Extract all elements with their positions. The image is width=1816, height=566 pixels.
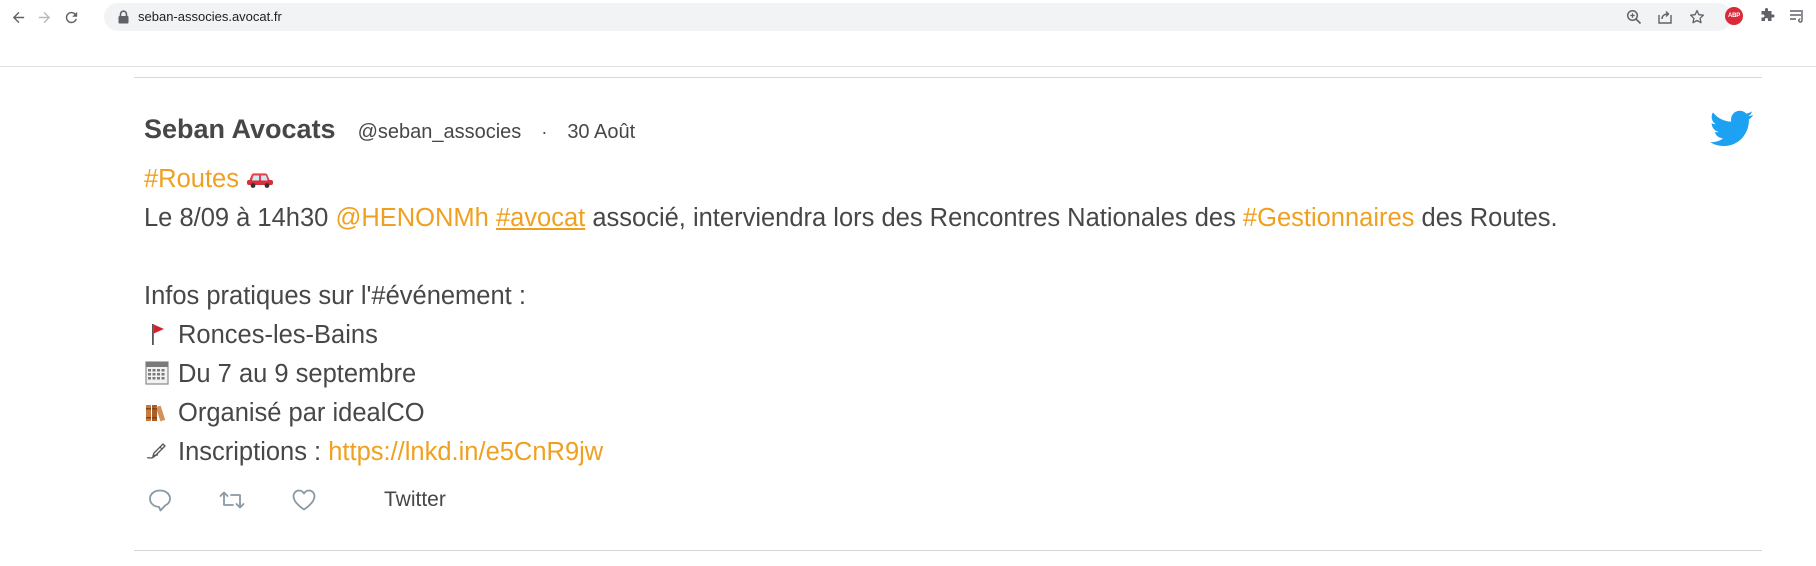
hashtag-gestionnaires[interactable]: #Gestionnaires	[1243, 204, 1415, 232]
tweet-line-location: Ronces-les-Bains	[144, 316, 1764, 355]
location-text: Ronces-les-Bains	[178, 321, 378, 349]
dates-text: Du 7 au 9 septembre	[178, 360, 417, 388]
like-icon[interactable]	[288, 484, 320, 516]
line1-middle: associé, interviendra lors des Rencontre…	[585, 204, 1243, 232]
adblock-icon[interactable]: ABP	[1724, 6, 1744, 26]
tweet-line-main: Le 8/09 à 14h30 @HENONMh #avocat associé…	[144, 199, 1764, 238]
forward-icon[interactable]	[32, 5, 56, 29]
line1-prefix: Le 8/09 à 14h30	[144, 204, 336, 232]
twitter-bird-icon[interactable]	[1710, 110, 1754, 148]
hashtag-routes[interactable]: #Routes	[144, 165, 239, 193]
hashtag-avocat[interactable]: #avocat	[496, 204, 585, 232]
author-name[interactable]: Seban Avocats	[144, 114, 336, 145]
reply-icon[interactable]	[144, 484, 176, 516]
car-emoji-icon	[245, 163, 275, 188]
star-icon[interactable]	[1688, 8, 1706, 26]
tweet-line-dates: Du 7 au 9 septembre	[144, 355, 1764, 394]
flag-icon	[144, 320, 170, 346]
author-handle[interactable]: @seban_associes	[358, 121, 522, 144]
writing-hand-icon	[144, 437, 170, 463]
address-bar[interactable]: seban-associes.avocat.fr	[104, 3, 1732, 31]
registration-link[interactable]: https://lnkd.in/e5CnR9jw	[328, 438, 603, 466]
header-divider	[0, 66, 1816, 67]
mention-henonmh[interactable]: @HENONMh	[335, 204, 488, 232]
reload-icon[interactable]	[59, 5, 83, 29]
adblock-label: ABP	[1725, 7, 1743, 25]
calendar-icon	[144, 359, 170, 385]
tweet-bottom-divider	[134, 550, 1762, 551]
back-icon[interactable]	[6, 5, 30, 29]
retweet-icon[interactable]	[216, 484, 248, 516]
url-text[interactable]: seban-associes.avocat.fr	[138, 9, 282, 24]
extensions-icon[interactable]	[1757, 6, 1777, 26]
tweet-line-hashtag: #Routes	[144, 160, 1764, 199]
lock-icon	[118, 10, 129, 24]
registration-label: Inscriptions :	[178, 438, 329, 466]
tweet-date[interactable]: 30 Août	[567, 121, 635, 144]
browser-toolbar: seban-associes.avocat.fr ABP	[0, 0, 1816, 33]
tweet-line-organizer: Organisé par idealCO	[144, 394, 1764, 433]
reading-list-icon[interactable]	[1787, 6, 1807, 26]
separator: ·	[541, 122, 548, 142]
twitter-link[interactable]: Twitter	[384, 488, 446, 512]
share-icon[interactable]	[1656, 8, 1674, 26]
tweet-header: Seban Avocats @seban_associes · 30 Août	[144, 114, 635, 145]
tweet-line-registration: Inscriptions : https://lnkd.in/e5CnR9jw	[144, 433, 1764, 472]
tweet-text: #Routes Le 8/09 à 14h30 @HENONMh #avocat…	[144, 160, 1764, 472]
info-title: Infos pratiques sur l'#événement :	[144, 282, 526, 310]
books-icon	[144, 398, 170, 424]
line1-suffix: des Routes.	[1414, 204, 1558, 232]
tweet-actions: Twitter	[144, 484, 446, 516]
tweet-top-divider	[134, 77, 1762, 78]
organizer-text: Organisé par idealCO	[178, 399, 425, 427]
zoom-icon[interactable]	[1625, 8, 1643, 26]
